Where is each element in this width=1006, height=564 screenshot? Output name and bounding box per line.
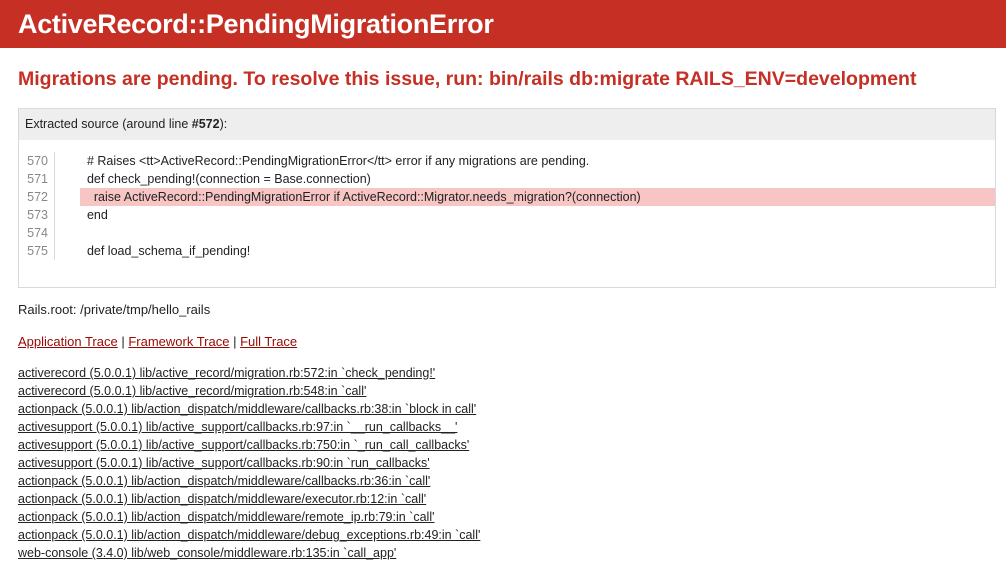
code-line: def check_pending!(connection = Base.con… (80, 172, 371, 186)
trace-item[interactable]: actionpack (5.0.0.1) lib/action_dispatch… (18, 400, 988, 418)
extracted-source-title: Extracted source (around line #572): (19, 109, 995, 140)
line-number: 574 (27, 226, 48, 240)
line-number: 572 (27, 190, 48, 204)
source-title-prefix: Extracted source (around line (25, 117, 192, 131)
trace-toggle-links: Application Trace | Framework Trace | Fu… (18, 334, 988, 350)
source-code-box: 570 571 572 573 574 575 # Raises <tt>Act… (19, 140, 995, 287)
error-header: ActiveRecord::PendingMigrationError (0, 0, 1006, 48)
trace-item[interactable]: activerecord (5.0.0.1) lib/active_record… (18, 364, 988, 382)
line-numbers: 570 571 572 573 574 575 (19, 152, 55, 260)
trace-list: activerecord (5.0.0.1) lib/active_record… (18, 364, 988, 562)
source-title-suffix: ): (219, 117, 228, 131)
framework-trace-link[interactable]: Framework Trace (128, 334, 229, 349)
rails-root: Rails.root: /private/tmp/hello_rails (18, 302, 211, 317)
line-number: 575 (27, 244, 48, 258)
trace-item[interactable]: actionpack (5.0.0.1) lib/action_dispatch… (18, 472, 988, 490)
line-number: 571 (27, 172, 48, 186)
line-number: 573 (27, 208, 48, 222)
code-line: # Raises <tt>ActiveRecord::PendingMigrat… (80, 154, 590, 168)
code-line: end (80, 208, 108, 222)
code-lines: # Raises <tt>ActiveRecord::PendingMigrat… (55, 152, 995, 260)
full-trace-link[interactable]: Full Trace (240, 334, 297, 349)
source-line-ref: #572 (191, 117, 220, 131)
main-content: Migrations are pending. To resolve this … (0, 66, 1006, 562)
trace-separator: | (117, 334, 129, 349)
error-message: Migrations are pending. To resolve this … (18, 68, 917, 90)
trace-item[interactable]: activesupport (5.0.0.1) lib/active_suppo… (18, 418, 988, 436)
trace-item[interactable]: web-console (3.4.0) lib/web_console/midd… (18, 544, 988, 562)
line-number: 570 (27, 154, 48, 168)
application-trace-link[interactable]: Application Trace (18, 334, 118, 349)
trace-item[interactable]: activerecord (5.0.0.1) lib/active_record… (18, 382, 988, 400)
trace-item[interactable]: actionpack (5.0.0.1) lib/action_dispatch… (18, 508, 988, 526)
extracted-source-panel: Extracted source (around line #572): 570… (18, 108, 996, 288)
code-line: def load_schema_if_pending! (80, 244, 251, 258)
trace-item[interactable]: actionpack (5.0.0.1) lib/action_dispatch… (18, 490, 988, 508)
trace-item[interactable]: actionpack (5.0.0.1) lib/action_dispatch… (18, 526, 988, 544)
error-title: ActiveRecord::PendingMigrationError (18, 8, 494, 39)
highlighted-code-line: raise ActiveRecord::PendingMigrationErro… (80, 188, 995, 206)
trace-separator: | (229, 334, 241, 349)
trace-item[interactable]: activesupport (5.0.0.1) lib/active_suppo… (18, 454, 988, 472)
trace-item[interactable]: activesupport (5.0.0.1) lib/active_suppo… (18, 436, 988, 454)
